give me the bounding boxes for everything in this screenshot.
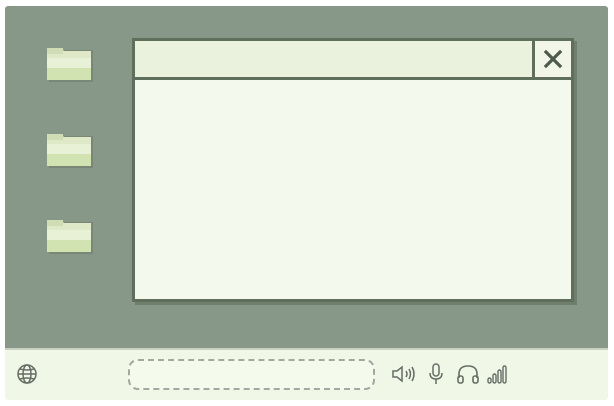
folder-icon[interactable] bbox=[47, 130, 93, 168]
folder-icon[interactable] bbox=[47, 216, 93, 254]
screen bbox=[5, 6, 608, 400]
search-input[interactable] bbox=[128, 359, 375, 390]
taskbar bbox=[5, 348, 608, 400]
headphones-icon[interactable] bbox=[455, 362, 481, 386]
microphone-icon[interactable] bbox=[425, 361, 447, 387]
window-titlebar[interactable] bbox=[135, 41, 571, 80]
desktop bbox=[5, 6, 608, 348]
close-button[interactable] bbox=[532, 41, 571, 77]
signal-icon[interactable] bbox=[485, 362, 509, 386]
app-window bbox=[132, 38, 574, 302]
folder-icon[interactable] bbox=[47, 44, 93, 82]
speaker-icon[interactable] bbox=[390, 362, 418, 386]
window-body bbox=[135, 80, 571, 299]
close-icon bbox=[543, 49, 563, 69]
globe-icon[interactable] bbox=[15, 362, 39, 386]
